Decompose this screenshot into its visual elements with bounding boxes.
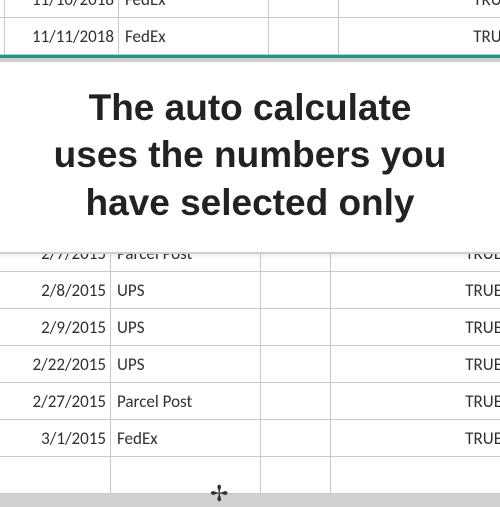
table-row[interactable]: 0152/27/2015Parcel PostTRUE [0,383,500,420]
cell-date[interactable] [0,457,111,494]
table-row[interactable] [0,457,500,494]
cell-carrier[interactable] [111,457,261,494]
table-row[interactable]: 0152/9/2015UPSTRUE [0,309,500,346]
table-row[interactable]: 0153/1/2015FedExTRUE [0,420,500,457]
cell-flag[interactable]: TRUE [339,0,500,18]
cell-flag[interactable]: TRUE [331,309,500,346]
cell-flag[interactable]: TRUE [339,18,500,55]
cell-flag[interactable]: TRUE [331,346,500,383]
spreadsheet-bottom: 0152/7/2015Parcel PostTRUE0152/8/2015UPS… [0,232,500,494]
cell-blank[interactable] [269,0,339,18]
grid-bottom[interactable]: 0152/7/2015Parcel PostTRUE0152/8/2015UPS… [0,234,500,494]
cell-flag[interactable] [331,457,500,494]
cell-flag[interactable]: TRUE [331,383,500,420]
table-row[interactable]: 0152/8/2015UPSTRUE [0,272,500,309]
cell-carrier[interactable]: UPS [111,309,261,346]
table-row[interactable]: 0152/22/2015UPSTRUE [0,346,500,383]
cell-blank[interactable] [261,383,331,420]
cell-date[interactable]: 11/11/2018 [5,18,119,55]
cell-date[interactable]: 2/27/2015 [0,383,111,420]
cell-date[interactable]: 2/8/2015 [0,272,111,309]
cell-flag[interactable]: TRUE [331,272,500,309]
table-row[interactable]: 01811/10/2018FedExTRUE [0,0,500,18]
cell-blank[interactable] [261,272,331,309]
cell-date[interactable]: 11/10/2018 [5,0,119,18]
cell-blank[interactable] [269,18,339,55]
cell-carrier[interactable]: FedEx [119,18,269,55]
callout-box: The auto calculate uses the numbers you … [0,60,500,254]
cell-blank[interactable] [261,346,331,383]
callout-line: The auto calculate [0,84,500,131]
grid-top[interactable]: 01811/10/2018FedExTRUE01811/11/2018FedEx… [0,0,500,55]
callout-line: uses the numbers you [0,131,500,178]
spreadsheet-top: 01811/10/2018FedExTRUE01811/11/2018FedEx… [0,0,500,58]
cell-blank[interactable] [261,457,331,494]
cell-carrier[interactable]: FedEx [111,420,261,457]
cell-carrier[interactable]: UPS [111,346,261,383]
callout-line: have selected only [0,179,500,226]
cell-blank[interactable] [261,309,331,346]
cell-carrier[interactable]: Parcel Post [111,383,261,420]
cell-date[interactable]: 3/1/2015 [0,420,111,457]
cell-date[interactable]: 2/9/2015 [0,309,111,346]
table-row[interactable]: 01811/11/2018FedExTRUE [0,18,500,55]
cell-date[interactable]: 2/22/2015 [0,346,111,383]
cell-blank[interactable] [261,420,331,457]
cell-carrier[interactable]: UPS [111,272,261,309]
cell-carrier[interactable]: FedEx [119,0,269,18]
cell-flag[interactable]: TRUE [331,420,500,457]
